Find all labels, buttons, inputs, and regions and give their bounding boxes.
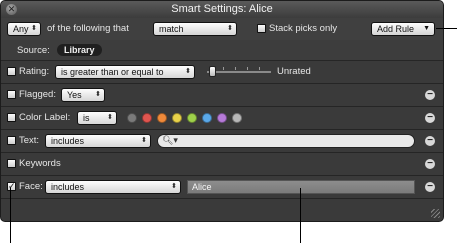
- color-swatch[interactable]: [172, 113, 182, 123]
- callout-line: [436, 28, 457, 29]
- stack-picks-checkbox[interactable]: [257, 24, 266, 33]
- color-swatch[interactable]: [202, 113, 212, 123]
- popup-arrows-icon: ⬍: [107, 114, 113, 121]
- match-bar: Any ⬍ of the following that match ⬍ Stac…: [1, 18, 443, 41]
- slider-tick: [223, 67, 224, 70]
- text-checkbox[interactable]: [7, 136, 16, 145]
- search-icon: 🔍︎▾: [162, 135, 178, 145]
- face-operator-popup[interactable]: includes ⬍: [45, 180, 181, 194]
- popup-arrows-icon: ⬍: [171, 183, 177, 190]
- color-swatch[interactable]: [157, 113, 167, 123]
- color-swatch[interactable]: [217, 113, 227, 123]
- text-operator-value: includes: [51, 136, 85, 146]
- text-search-input[interactable]: 🔍︎▾: [157, 134, 415, 148]
- add-rule-button[interactable]: Add Rule ▼: [371, 22, 435, 36]
- rating-slider-track[interactable]: [207, 71, 271, 73]
- remove-rule-button[interactable]: −: [425, 182, 435, 192]
- match-mode-popup[interactable]: match ⬍: [153, 22, 237, 36]
- resize-grip-icon[interactable]: [431, 209, 440, 218]
- chevron-down-icon: ▼: [423, 25, 430, 32]
- rule-row-rating: Rating: is greater than or equal to ⬍ Un…: [1, 61, 443, 84]
- color-swatch[interactable]: [187, 113, 197, 123]
- face-label: Face:: [19, 181, 43, 192]
- flagged-label: Flagged:: [19, 89, 56, 100]
- color-label-operator-value: is: [83, 113, 90, 123]
- rating-operator-popup[interactable]: is greater than or equal to ⬍: [55, 65, 195, 79]
- face-operator-value: includes: [51, 182, 85, 192]
- rule-row-color-label: Color Label: is ⬍ −: [1, 107, 443, 130]
- remove-rule-button[interactable]: −: [425, 90, 435, 100]
- color-swatch[interactable]: [127, 113, 137, 123]
- color-swatch[interactable]: [142, 113, 152, 123]
- text-label: Text:: [19, 135, 40, 146]
- window-title: Smart Settings: Alice: [171, 3, 273, 15]
- source-row: Source: Library: [1, 40, 443, 61]
- popup-arrows-icon: ⬍: [185, 68, 191, 75]
- color-swatch[interactable]: [232, 113, 242, 123]
- smart-settings-window: ✕ Smart Settings: Alice Any ⬍ of the fol…: [0, 0, 444, 222]
- slider-tick: [235, 67, 236, 70]
- keywords-label: Keywords: [19, 158, 61, 169]
- rating-label: Rating:: [19, 66, 50, 77]
- title-bar: ✕ Smart Settings: Alice: [1, 1, 443, 19]
- color-label-checkbox[interactable]: [7, 113, 16, 122]
- callout-line: [300, 188, 301, 243]
- remove-rule-button[interactable]: −: [425, 136, 435, 146]
- callout-line: [10, 188, 11, 243]
- flagged-value-popup[interactable]: Yes ⬍: [61, 88, 105, 102]
- remove-rule-button[interactable]: −: [425, 113, 435, 123]
- popup-arrows-icon: ⬍: [141, 137, 147, 144]
- add-rule-label: Add Rule: [377, 24, 415, 34]
- face-name-field[interactable]: Alice: [187, 180, 415, 194]
- stack-picks-label: Stack picks only: [269, 23, 338, 34]
- rule-row-keywords: Keywords −: [1, 153, 443, 176]
- match-quantifier-value: Any: [13, 24, 29, 34]
- flagged-value: Yes: [67, 90, 82, 100]
- rule-row-flagged: Flagged: Yes ⬍ −: [1, 84, 443, 107]
- rating-value-label: Unrated: [277, 66, 311, 77]
- face-checkbox[interactable]: ✓: [7, 182, 16, 191]
- match-quantifier-popup[interactable]: Any ⬍: [7, 22, 41, 36]
- slider-tick: [247, 67, 248, 70]
- remove-rule-button[interactable]: −: [425, 159, 435, 169]
- popup-arrows-icon: ⬍: [31, 25, 37, 32]
- color-label-label: Color Label:: [19, 112, 71, 123]
- rule-row-text: Text: includes ⬍ 🔍︎▾ −: [1, 130, 443, 153]
- of-following-label: of the following that: [47, 23, 129, 34]
- rating-slider-thumb[interactable]: [209, 66, 216, 77]
- match-mode-value: match: [159, 24, 184, 34]
- popup-arrows-icon: ⬍: [95, 91, 101, 98]
- slider-tick: [259, 67, 260, 70]
- rating-checkbox[interactable]: [7, 67, 16, 76]
- popup-arrows-icon: ⬍: [227, 25, 233, 32]
- text-operator-popup[interactable]: includes ⬍: [45, 134, 151, 148]
- source-library-pill[interactable]: Library: [57, 44, 102, 56]
- flagged-checkbox[interactable]: [7, 90, 16, 99]
- keywords-checkbox[interactable]: [7, 159, 16, 168]
- rating-operator-value: is greater than or equal to: [61, 67, 164, 77]
- rule-row-face: ✓ Face: includes ⬍ Alice −: [1, 176, 443, 199]
- color-label-operator-popup[interactable]: is ⬍: [77, 111, 117, 125]
- source-label: Source:: [17, 45, 50, 56]
